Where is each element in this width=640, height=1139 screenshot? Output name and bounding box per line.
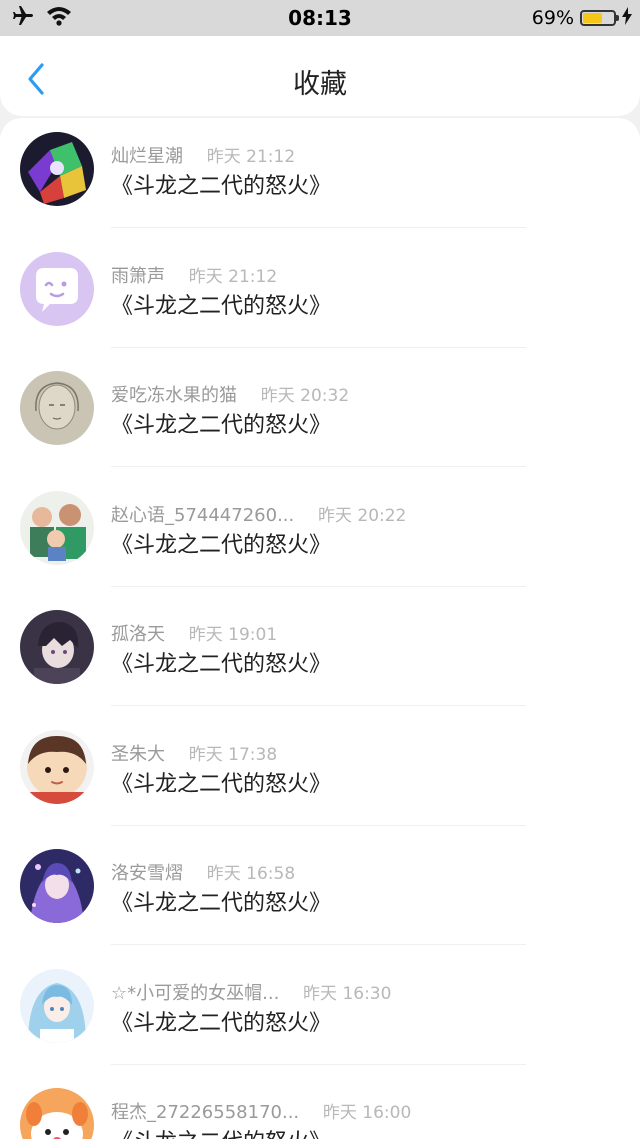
row-divider xyxy=(111,944,526,945)
item-message[interactable]: 《斗龙之二代的怒火》 xyxy=(111,766,331,798)
item-time: 昨天 16:00 xyxy=(322,1103,412,1123)
family-photo-avatar xyxy=(20,490,94,565)
row-divider xyxy=(111,585,526,587)
robot-anime-avatar xyxy=(20,132,94,206)
item-time: 昨天 21:12 xyxy=(188,266,278,287)
item-meta: 孤洛天 昨天 19:01 xyxy=(111,620,277,646)
item-username[interactable]: 灿烂星潮 xyxy=(111,146,183,167)
row-divider xyxy=(111,227,526,228)
status-right: 69% xyxy=(532,5,632,31)
battery-nub xyxy=(616,15,619,21)
sketch-girl-avatar xyxy=(20,371,94,445)
anime-girl-blue-hair-avatar xyxy=(20,968,94,1043)
list-item[interactable]: ☆*小可爱的女巫帽... 昨天 16:30 《斗龙之二代的怒火》 xyxy=(0,955,640,1075)
item-meta: 圣朱大 昨天 17:38 xyxy=(111,740,277,766)
item-meta: 赵心语_574447260... 昨天 20:22 xyxy=(111,501,406,527)
item-message[interactable]: 《斗龙之二代的怒火》 xyxy=(111,1124,331,1139)
item-message[interactable]: 《斗龙之二代的怒火》 xyxy=(111,1005,331,1037)
list-item[interactable]: 爱吃冻水果的猫 昨天 20:32 《斗龙之二代的怒火》 xyxy=(0,357,640,477)
item-time: 昨天 17:38 xyxy=(188,744,278,765)
item-message[interactable]: 《斗龙之二代的怒火》 xyxy=(111,885,331,917)
charging-bolt-icon xyxy=(622,6,632,30)
list-item[interactable]: 赵心语_574447260... 昨天 20:22 《斗龙之二代的怒火》 xyxy=(0,477,640,597)
item-time: 昨天 19:01 xyxy=(188,625,278,645)
purple-chat-bubble-avatar xyxy=(20,251,94,326)
list-item[interactable]: 灿烂星潮 昨天 21:12 《斗龙之二代的怒火》 xyxy=(0,118,640,238)
row-divider xyxy=(111,346,526,348)
cartoon-boy-avatar xyxy=(20,729,94,804)
item-username[interactable]: 程杰_27226558170... xyxy=(111,1102,299,1123)
item-time: 昨天 21:12 xyxy=(206,147,296,167)
battery-percent: 69% xyxy=(531,7,574,29)
avatar[interactable] xyxy=(20,251,94,326)
item-username[interactable]: 雨箫声 xyxy=(111,266,165,287)
favorites-list: 灿烂星潮 昨天 21:12 《斗龙之二代的怒火》 雨箫声 昨天 21:12 《斗… xyxy=(0,118,640,1139)
item-meta: 灿烂星潮 昨天 21:12 xyxy=(111,142,295,168)
item-time: 昨天 20:32 xyxy=(260,386,350,406)
item-time: 昨天 16:30 xyxy=(303,983,392,1004)
row-divider xyxy=(111,705,526,706)
item-message[interactable]: 《斗龙之二代的怒火》 xyxy=(111,168,331,200)
item-username[interactable]: 洛安雪熠 xyxy=(111,863,183,884)
avatar[interactable] xyxy=(20,610,94,684)
avatar[interactable] xyxy=(20,371,94,445)
item-meta: ☆*小可爱的女巫帽... 昨天 16:30 xyxy=(111,979,391,1005)
item-time: 昨天 16:58 xyxy=(206,864,296,884)
item-message[interactable]: 《斗龙之二代的怒火》 xyxy=(111,527,331,559)
dark-anime-boy-avatar xyxy=(20,610,94,684)
battery-icon xyxy=(580,10,619,26)
list-item[interactable]: 洛安雪熠 昨天 16:58 《斗龙之二代的怒火》 xyxy=(0,835,640,955)
item-message[interactable]: 《斗龙之二代的怒火》 xyxy=(111,646,331,678)
list-item[interactable]: 圣朱大 昨天 17:38 《斗龙之二代的怒火》 xyxy=(0,716,640,836)
page-title: 收藏 xyxy=(293,69,347,100)
anime-girl-purple-avatar xyxy=(20,849,94,923)
item-username[interactable]: 赵心语_574447260... xyxy=(111,505,294,526)
item-username[interactable]: ☆*小可爱的女巫帽... xyxy=(111,983,279,1004)
item-time: 昨天 20:22 xyxy=(317,505,407,526)
avatar[interactable] xyxy=(20,968,94,1043)
list-item[interactable]: 雨箫声 昨天 21:12 《斗龙之二代的怒火》 xyxy=(0,238,640,358)
item-username[interactable]: 孤洛天 xyxy=(111,624,165,645)
list-item[interactable]: 孤洛天 昨天 19:01 《斗龙之二代的怒火》 xyxy=(0,596,640,716)
avatar[interactable] xyxy=(20,849,94,923)
item-meta: 雨箫声 昨天 21:12 xyxy=(111,262,277,288)
nav-bar: 收藏 xyxy=(0,36,640,116)
avatar[interactable] xyxy=(20,132,94,206)
status-bar: 08:13 69% xyxy=(0,0,640,36)
avatar[interactable] xyxy=(20,490,94,565)
item-meta: 爱吃冻水果的猫 昨天 20:32 xyxy=(111,381,349,407)
list-item[interactable]: 程杰_27226558170... 昨天 16:00 《斗龙之二代的怒火》 xyxy=(0,1074,640,1139)
row-divider xyxy=(111,824,526,826)
screen: 08:13 69% 收藏 灿烂星潮 昨天 21:12 《斗龙之二代的怒火》 雨箫… xyxy=(0,0,640,1139)
item-message[interactable]: 《斗龙之二代的怒火》 xyxy=(111,407,331,439)
cartoon-dog-avatar xyxy=(20,1088,94,1139)
avatar[interactable] xyxy=(20,1088,94,1139)
avatar[interactable] xyxy=(20,729,94,804)
battery-fill xyxy=(583,13,602,23)
item-username[interactable]: 圣朱大 xyxy=(111,744,165,765)
row-divider xyxy=(111,466,526,467)
item-meta: 程杰_27226558170... 昨天 16:00 xyxy=(111,1098,411,1124)
item-message[interactable]: 《斗龙之二代的怒火》 xyxy=(111,288,331,320)
item-meta: 洛安雪熠 昨天 16:58 xyxy=(111,859,295,885)
row-divider xyxy=(111,1063,526,1065)
item-username[interactable]: 爱吃冻水果的猫 xyxy=(111,385,237,406)
